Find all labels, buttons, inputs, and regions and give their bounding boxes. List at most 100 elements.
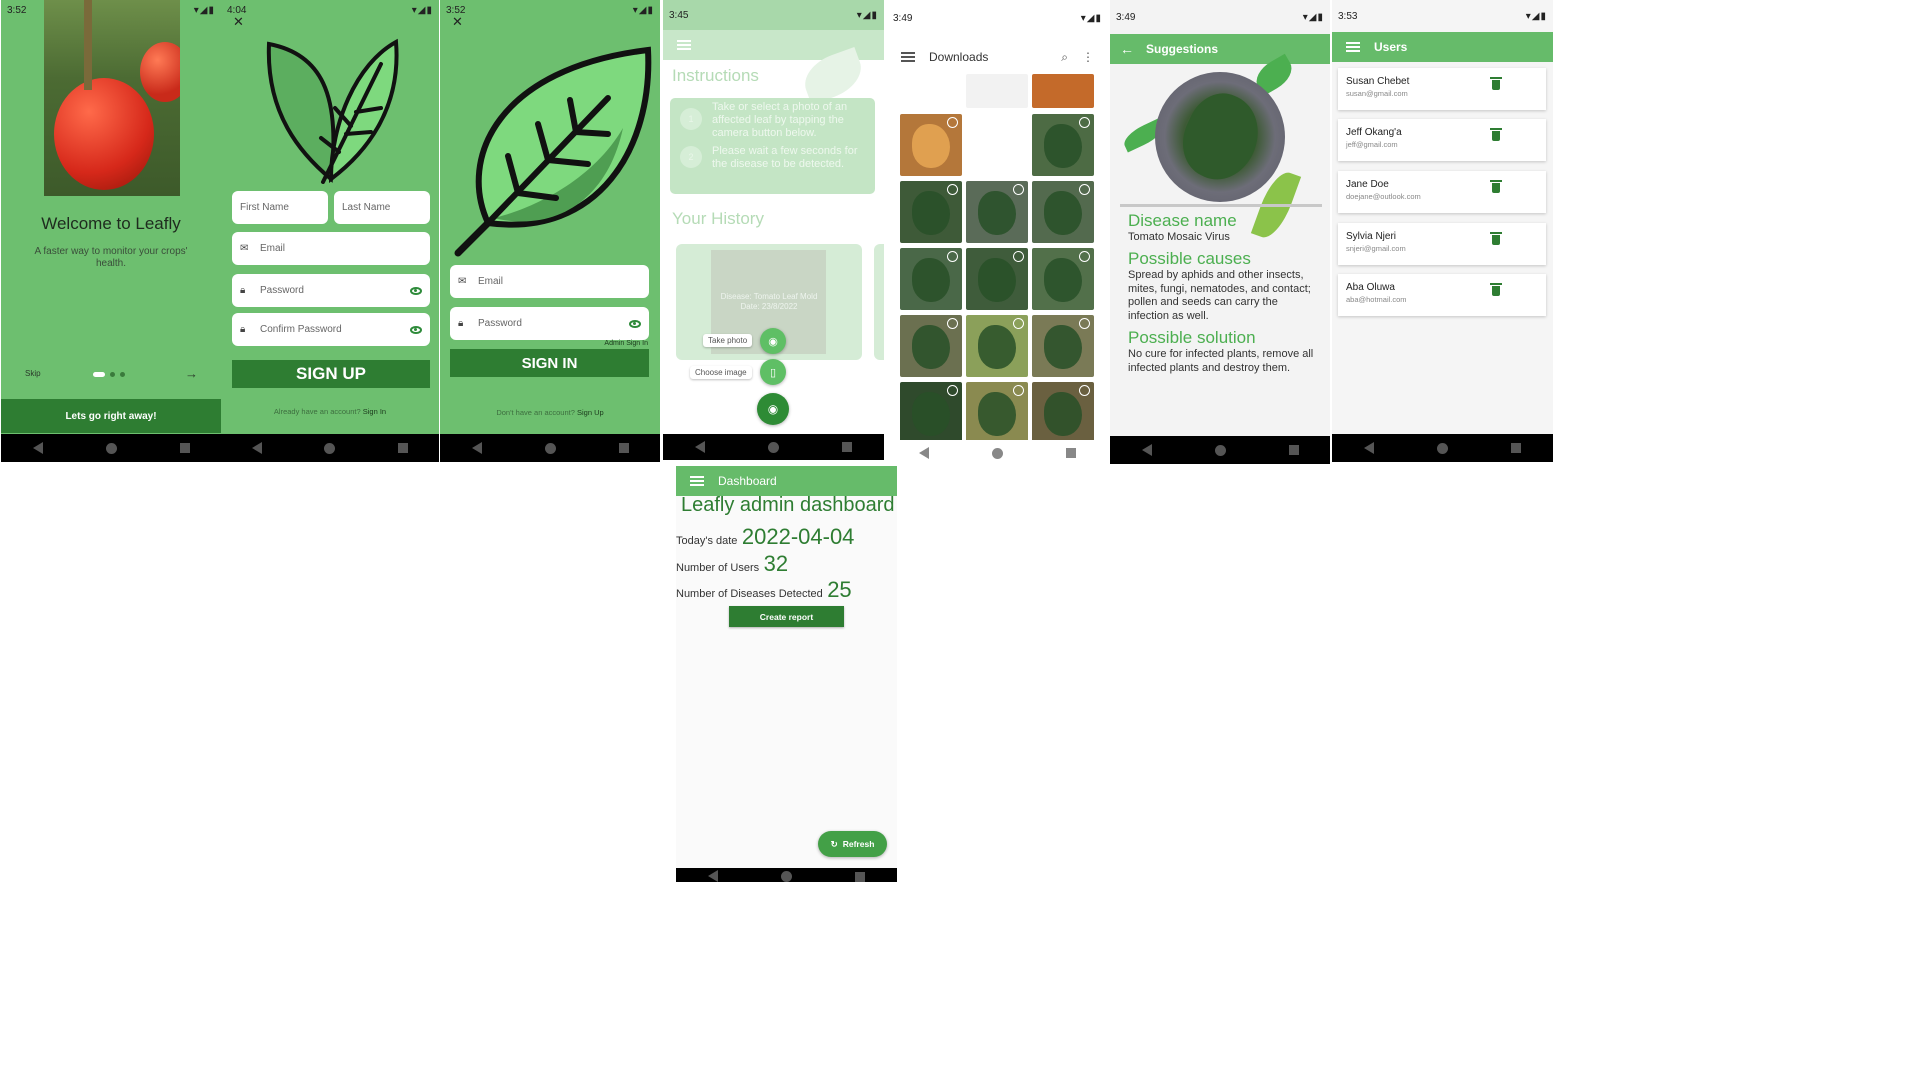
first-name-field[interactable]: First Name xyxy=(232,191,328,224)
expand-icon[interactable] xyxy=(947,117,958,128)
recents-icon[interactable] xyxy=(1288,445,1299,455)
expand-icon[interactable] xyxy=(1013,318,1024,329)
camera-fab[interactable]: ◉ xyxy=(757,393,789,425)
sign-in-link[interactable]: Sign In xyxy=(363,407,386,416)
next-arrow-icon[interactable]: → xyxy=(185,366,198,381)
recents-icon[interactable] xyxy=(1511,443,1522,453)
last-name-field[interactable]: Last Name xyxy=(334,191,430,224)
home-icon[interactable] xyxy=(544,442,556,454)
recents-icon[interactable] xyxy=(855,872,866,882)
leaf-thumbnail[interactable] xyxy=(966,181,1028,243)
recents-icon[interactable] xyxy=(618,443,629,453)
flag-icon[interactable] xyxy=(900,74,962,108)
recents-icon[interactable] xyxy=(397,443,408,453)
skip-button[interactable]: Skip xyxy=(25,369,41,378)
back-icon[interactable] xyxy=(1141,444,1152,456)
back-icon[interactable] xyxy=(707,870,718,882)
back-icon[interactable] xyxy=(918,447,929,459)
expand-icon[interactable] xyxy=(1013,251,1024,262)
password-field[interactable]: 🔒︎ Password xyxy=(232,274,430,307)
take-photo-button[interactable]: ◉ xyxy=(760,328,786,354)
close-icon[interactable]: ✕ xyxy=(452,14,463,30)
leaf-thumbnail[interactable] xyxy=(1032,382,1094,444)
choose-image-label[interactable]: Choose image xyxy=(690,366,752,379)
back-icon[interactable] xyxy=(471,442,482,454)
leaf-thumbnail[interactable] xyxy=(1032,114,1094,176)
delivery-person-icon[interactable] xyxy=(966,114,1028,176)
expand-icon[interactable] xyxy=(1013,184,1024,195)
menu-icon[interactable] xyxy=(690,476,704,486)
delete-icon[interactable] xyxy=(1490,180,1502,193)
menu-icon[interactable] xyxy=(1346,42,1360,52)
expand-icon[interactable] xyxy=(1013,385,1024,396)
leaf-thumbnail[interactable] xyxy=(966,382,1028,444)
menu-icon[interactable] xyxy=(677,40,691,50)
eye-icon[interactable] xyxy=(629,319,641,328)
back-icon[interactable] xyxy=(1363,442,1374,454)
expand-icon[interactable] xyxy=(1079,117,1090,128)
expand-icon[interactable] xyxy=(1079,385,1090,396)
leaf-thumbnail[interactable] xyxy=(900,248,962,310)
expand-icon[interactable] xyxy=(1079,184,1090,195)
menu-icon[interactable] xyxy=(901,52,915,62)
take-photo-label[interactable]: Take photo xyxy=(703,334,753,347)
leaf-thumbnail[interactable] xyxy=(900,181,962,243)
lets-go-button[interactable]: Lets go right away! xyxy=(1,399,221,433)
more-options-icon[interactable]: ⋮ xyxy=(1082,50,1094,64)
home-icon[interactable] xyxy=(767,441,779,453)
email-field[interactable]: ✉ Email xyxy=(450,265,649,298)
kiosk-icon[interactable] xyxy=(966,74,1028,108)
leaf-thumbnail[interactable] xyxy=(1032,181,1094,243)
leaf-thumbnail[interactable] xyxy=(1032,315,1094,377)
delete-icon[interactable] xyxy=(1490,232,1502,245)
home-icon[interactable] xyxy=(1214,444,1226,456)
sign-in-button[interactable]: SIGN IN xyxy=(450,349,649,377)
back-icon[interactable] xyxy=(32,442,43,454)
eye-icon[interactable] xyxy=(410,286,422,295)
back-arrow-icon[interactable]: ← xyxy=(1120,41,1134,57)
expand-icon[interactable] xyxy=(1079,251,1090,262)
expand-icon[interactable] xyxy=(947,251,958,262)
choose-image-button[interactable]: ▯ xyxy=(760,359,786,385)
sign-up-link[interactable]: Sign Up xyxy=(577,408,604,417)
home-icon[interactable] xyxy=(991,447,1003,459)
confirm-password-field[interactable]: 🔒︎ Confirm Password xyxy=(232,313,430,346)
create-report-button[interactable]: Create report xyxy=(729,606,844,627)
expand-icon[interactable] xyxy=(947,385,958,396)
user-card[interactable]: Aba Oluwa aba@hotmail.com xyxy=(1338,274,1546,316)
recents-icon[interactable] xyxy=(1066,448,1077,458)
home-icon[interactable] xyxy=(105,442,117,454)
back-icon[interactable] xyxy=(252,442,263,454)
email-field[interactable]: ✉ Email xyxy=(232,232,430,265)
delete-icon[interactable] xyxy=(1490,77,1502,90)
leaf-thumbnail[interactable] xyxy=(900,382,962,444)
home-icon[interactable] xyxy=(780,871,792,882)
home-icon[interactable] xyxy=(1436,442,1448,454)
expand-icon[interactable] xyxy=(1079,318,1090,329)
expand-icon[interactable] xyxy=(947,184,958,195)
recents-icon[interactable] xyxy=(842,442,853,452)
admin-sign-in-link[interactable]: Admin Sign In xyxy=(604,340,648,347)
delete-icon[interactable] xyxy=(1490,283,1502,296)
user-card[interactable]: Susan Chebet susan@gmail.com xyxy=(1338,68,1546,110)
leaf-thumbnail[interactable] xyxy=(1032,248,1094,310)
expand-icon[interactable] xyxy=(947,318,958,329)
user-card[interactable]: Jane Doe doejane@outlook.com xyxy=(1338,171,1546,213)
user-card[interactable]: Jeff Okang'a jeff@gmail.com xyxy=(1338,119,1546,161)
back-icon[interactable] xyxy=(694,441,705,453)
eye-icon[interactable] xyxy=(410,325,422,334)
fries-image[interactable] xyxy=(1032,74,1094,108)
burger-image[interactable] xyxy=(900,114,962,176)
home-icon[interactable] xyxy=(324,442,336,454)
user-card[interactable]: Sylvia Njeri snjeri@gmail.com xyxy=(1338,223,1546,265)
leaf-thumbnail[interactable] xyxy=(966,248,1028,310)
close-icon[interactable]: ✕ xyxy=(233,14,244,30)
sign-up-button[interactable]: SIGN UP xyxy=(232,360,430,388)
leaf-thumbnail[interactable] xyxy=(900,315,962,377)
leaf-thumbnail[interactable] xyxy=(966,315,1028,377)
password-field[interactable]: 🔒︎ Password xyxy=(450,307,649,340)
refresh-button[interactable]: ↻ Refresh xyxy=(818,831,887,857)
search-icon[interactable]: ⌕ xyxy=(1061,50,1068,65)
delete-icon[interactable] xyxy=(1490,128,1502,141)
recents-icon[interactable] xyxy=(179,443,190,453)
